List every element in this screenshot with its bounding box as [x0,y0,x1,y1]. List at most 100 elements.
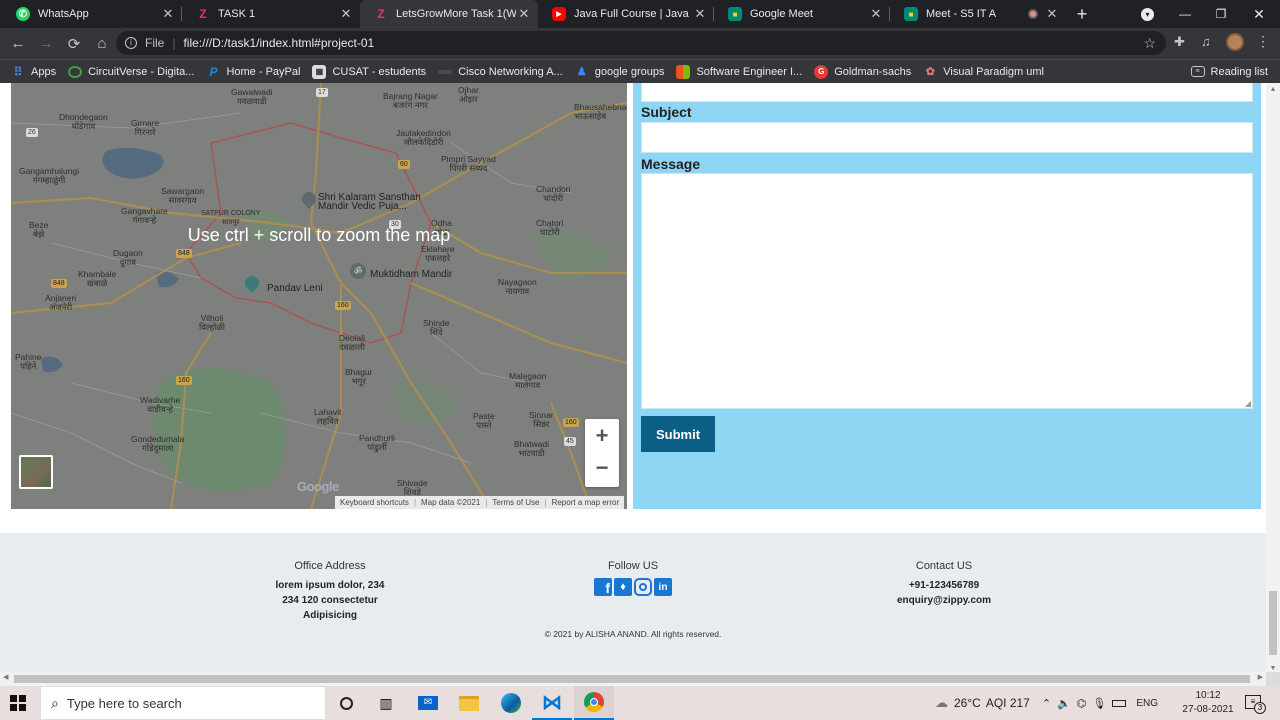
menu-kebab-icon[interactable]: ⋮ [1256,33,1270,50]
tab-search-icon[interactable]: ▾ [1141,8,1154,21]
close-icon[interactable]: ✕ [160,6,176,22]
submit-button[interactable]: Submit [641,416,715,452]
contact-email[interactable]: enquiry@zippy.com [880,593,1008,608]
embedded-map[interactable]: Gawalwadi गवळवाडी Bajrang Nagar बजरंग नगर … [11,83,627,509]
map-label: Lahavit लहवित [314,407,342,426]
close-icon[interactable]: ✕ [868,6,884,22]
scroll-right-arrow-icon[interactable]: ▶ [1258,673,1263,681]
reload-icon[interactable]: ⟳ [61,31,87,57]
subject-input[interactable] [641,122,1253,153]
map-label: Paste पास्ते [473,411,495,430]
task-view-icon[interactable]: ▥ [366,686,406,720]
satellite-toggle[interactable] [19,455,53,489]
extensions-icon[interactable]: ✚ [1174,34,1185,50]
close-icon[interactable]: ✕ [516,6,532,22]
clock[interactable]: 10:12 27-08-2021 [1176,689,1240,717]
vscode-icon[interactable]: ⋈ [532,686,572,720]
mail-icon[interactable]: ✉ [408,686,448,720]
bookmark-circuitverse[interactable]: CircuitVerse - Digita... [68,65,194,78]
zoom-controls: + − [585,419,619,487]
scroll-up-arrow-icon[interactable]: ▲ [1266,83,1280,97]
weather-icon[interactable]: ☁ [935,695,948,711]
bookmark-apps[interactable]: ⠿ Apps [11,65,56,79]
info-icon[interactable]: i [125,37,137,49]
scroll-thumb[interactable] [1269,591,1277,655]
tab-meet-s5[interactable]: ■ Meet - S5 IT A ✕ [890,0,1066,28]
avatar[interactable] [1226,33,1244,51]
back-arrow-icon[interactable]: ← [5,31,31,57]
bookmark-label: google groups [594,65,665,78]
speaker-icon[interactable]: 🔈 [1057,697,1071,710]
bookmark-google-groups[interactable]: ♟ google groups [575,65,665,79]
visual-paradigm-icon: ✿ [925,66,935,78]
edge-icon[interactable] [491,686,531,720]
notification-icon[interactable]: ≡ 3 [1245,695,1266,714]
facebook-icon[interactable]: f [594,578,612,596]
keyboard-shortcuts-link[interactable]: Keyboard shortcuts [335,498,414,507]
close-icon[interactable]: ✕ [338,6,354,22]
file-explorer-icon[interactable] [449,686,489,720]
map-label: Muktidham Mandir [370,269,453,280]
chrome-icon[interactable] [574,686,614,720]
scroll-left-arrow-icon[interactable]: ◀ [3,673,8,681]
zoom-in-button[interactable]: + [585,419,619,453]
terms-link[interactable]: Terms of Use [487,498,544,507]
office-line: 234 120 consectetur [282,595,378,606]
instagram-icon[interactable] [634,578,652,596]
reading-list-button[interactable]: ≡ Reading list [1190,66,1268,78]
zoom-out-button[interactable]: − [585,453,619,487]
tab-letsgrowmore[interactable]: Z LetsGrowMore Task 1(Web D ✕ [360,0,538,28]
bookmark-software-engineer[interactable]: Software Engineer I... [676,64,802,79]
resize-handle-icon[interactable]: ◢ [1245,399,1251,408]
twitter-icon[interactable]: ♦ [614,578,632,596]
circuitverse-icon [68,65,83,78]
linkedin-icon[interactable]: in [654,578,672,596]
cortana-icon[interactable] [326,686,366,720]
horizontal-scrollbar[interactable]: ◀ ▶ [0,672,1266,686]
close-window-button[interactable]: ✕ [1246,0,1272,28]
vertical-scrollbar[interactable]: ▲ ▼ [1266,83,1280,672]
tab-task1[interactable]: Z TASK 1 ✕ [182,0,360,28]
restore-button[interactable]: ❐ [1208,0,1234,28]
tab-google-meet[interactable]: ■ Google Meet ✕ [714,0,890,28]
network-icon[interactable]: ⌬ [1077,697,1087,710]
close-icon[interactable]: ✕ [692,6,708,22]
recording-icon [1028,9,1038,19]
bookmark-cisco[interactable]: Cisco Networking A... [438,66,563,78]
report-error-link[interactable]: Report a map error [547,498,625,507]
chevron-up-icon[interactable]: ⌃ [1042,697,1051,710]
forward-arrow-icon[interactable]: → [33,31,59,57]
map-label: Gangamhalungi गंगम्हाळुंगी [19,166,80,185]
microphone-icon[interactable]: 🎙 [1092,697,1106,710]
bookmark-goldman[interactable]: G Goldman-sachs [814,64,911,79]
aqi-label[interactable]: AQI 217 [986,696,1030,710]
tab-java-course[interactable]: ▶ Java Full Course | Java Tuto ✕ [538,0,714,28]
bookmark-cusat[interactable]: ▦ CUSAT - estudents [312,64,426,79]
close-icon[interactable]: ✕ [1044,6,1060,22]
bookmark-star-icon[interactable]: ☆ [1143,35,1156,52]
bookmark-visual-paradigm[interactable]: ✿ Visual Paradigm uml [923,65,1044,79]
scroll-down-arrow-icon[interactable]: ▼ [1266,665,1280,672]
scroll-thumb[interactable] [14,675,1250,683]
tab-whatsapp[interactable]: ✆ WhatsApp ✕ [2,0,182,28]
home-icon[interactable]: ⌂ [89,31,115,57]
previous-field[interactable] [641,83,1253,102]
message-textarea[interactable]: ◢ [641,173,1253,409]
start-button[interactable] [10,695,26,711]
search-icon: ⌕ [51,694,59,711]
minimize-button[interactable]: — [1172,0,1198,28]
media-control-icon[interactable]: ♫ [1201,34,1211,49]
taskbar-search[interactable]: ⌕ Type here to search [40,686,326,720]
om-pin-icon[interactable]: ॐ [350,263,366,279]
language-indicator[interactable]: ENG [1136,698,1158,709]
url-text[interactable]: file:///D:/task1/index.html#project-01 [183,36,374,50]
battery-icon[interactable] [1112,699,1127,707]
site-footer: Office Address lorem ipsum dolor, 234 23… [0,533,1266,672]
road-shield: 26 [26,128,38,137]
new-tab-button[interactable]: + [1070,0,1094,28]
weather-temp[interactable]: 26°C [954,696,981,710]
map-label: Deolali देवळाली [339,333,365,352]
bookmark-paypal[interactable]: P Home - PayPal [206,65,300,79]
windows-taskbar: ⌕ Type here to search ▥ ✉ ⋈ ☁ 26°C AQI 2… [0,686,1280,720]
address-bar[interactable]: i File | file:///D:/task1/index.html#pro… [116,31,1166,55]
